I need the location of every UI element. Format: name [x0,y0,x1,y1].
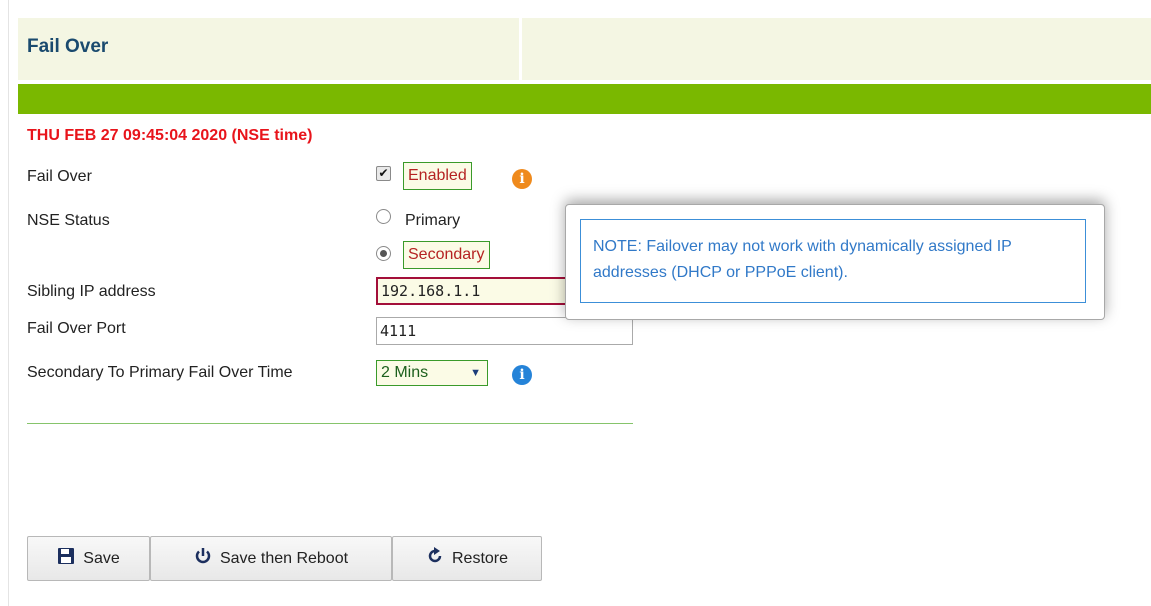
failover-enabled-label[interactable]: Enabled [403,162,472,190]
sibling-ip-label: Sibling IP address [27,283,156,300]
secondary-radio-label[interactable]: Secondary [403,241,490,269]
failover-label: Fail Over [27,168,92,185]
info-icon[interactable]: i [512,365,532,385]
tooltip-text: NOTE: Failover may not work with dynamic… [580,219,1086,303]
secondary-to-primary-label: Secondary To Primary Fail Over Time [27,364,293,381]
page-title: Fail Over [27,36,109,57]
page-header [18,18,1151,80]
restore-button[interactable]: Restore [392,536,542,581]
restore-button-label: Restore [451,549,509,567]
left-border [8,0,9,606]
restore-arrow-icon [426,547,444,570]
nse-status-label: NSE Status [27,212,110,229]
save-button[interactable]: Save [27,536,150,581]
header-green-bar [18,84,1151,114]
nse-datetime: THU FEB 27 09:45:04 2020 (NSE time) [27,127,313,144]
floppy-disk-icon [57,547,75,570]
info-icon[interactable]: i [512,169,532,189]
failover-note-tooltip: NOTE: Failover may not work with dynamic… [565,204,1105,320]
secondary-radio[interactable] [376,246,391,261]
failover-time-select[interactable]: 2 Mins ▼ [376,360,488,386]
failover-time-value: 2 Mins [381,364,429,381]
primary-radio-label[interactable]: Primary [405,212,460,230]
save-then-reboot-label: Save then Reboot [219,549,349,567]
failover-port-input[interactable] [376,317,633,345]
form-divider [27,423,633,424]
chevron-down-icon: ▼ [470,367,481,379]
primary-radio[interactable] [376,209,391,224]
failover-checkbox[interactable]: ✔ [376,166,391,181]
failover-port-label: Fail Over Port [27,320,126,337]
power-icon [194,547,212,570]
save-button-label: Save [83,549,120,567]
sibling-ip-input[interactable] [376,277,571,305]
save-then-reboot-button[interactable]: Save then Reboot [150,536,392,581]
